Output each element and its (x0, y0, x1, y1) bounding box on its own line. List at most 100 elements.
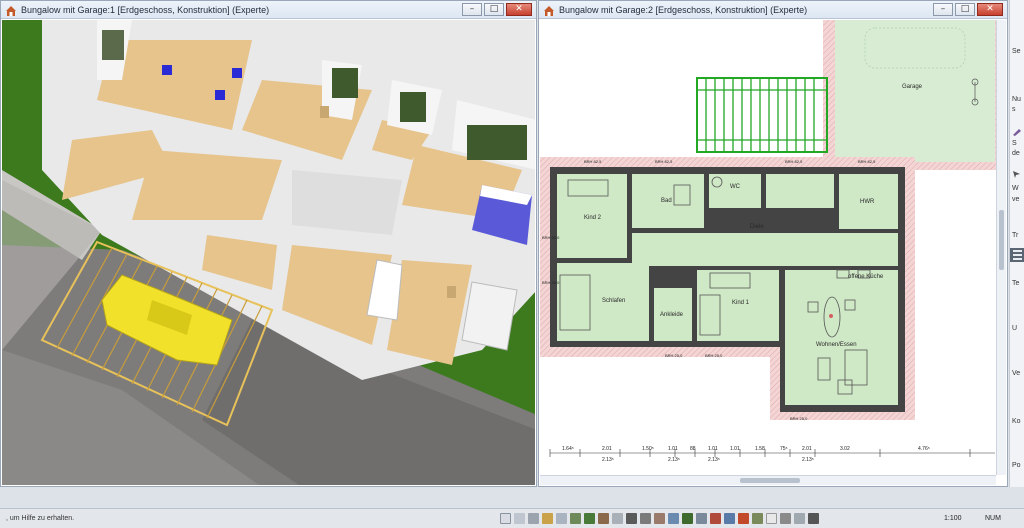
window-controls: – □ ✕ (462, 3, 532, 16)
window-controls: – □ ✕ (933, 3, 1003, 16)
status-help-text: , um Hilfe zu erhalten. (6, 515, 75, 522)
brh-label: BRH 25,0 (705, 353, 723, 358)
plan-viewport[interactable]: Garage Kind 2 Bad WC HWR Diele Schlafen … (540, 20, 1006, 485)
side-item[interactable]: Se (1012, 48, 1024, 55)
room-label-kind1: Kind 1 (732, 300, 750, 306)
select-icon[interactable] (500, 513, 511, 524)
dimension-label: 4.76⁵ (918, 446, 930, 452)
dimension-label: 3.02 (840, 446, 850, 452)
3d-viewport[interactable] (2, 20, 535, 485)
titlebar-left[interactable]: Bungalow mit Garage:1 [Erdgeschoss, Kons… (1, 1, 536, 19)
window-title: Bungalow mit Garage:1 [Erdgeschoss, Kons… (21, 4, 270, 15)
dimension-label: 2.01 (802, 446, 812, 452)
stair-icon[interactable] (612, 513, 623, 524)
window-title: Bungalow mit Garage:2 [Erdgeschoss, Kons… (559, 4, 808, 15)
side-item[interactable]: s (1012, 106, 1024, 113)
room-label-diele: Diele (750, 224, 764, 230)
room-label-kind2: Kind 2 (584, 215, 602, 221)
side-item[interactable]: W (1012, 185, 1024, 192)
vertical-scrollbar[interactable] (996, 20, 1006, 475)
window-3d-view[interactable]: Bungalow mit Garage:1 [Erdgeschoss, Kons… (0, 0, 537, 487)
house-app-icon (543, 4, 555, 16)
scroll-thumb[interactable] (999, 210, 1004, 270)
camera-icon[interactable] (808, 513, 819, 524)
minimize-button[interactable]: – (462, 3, 482, 16)
maximize-button[interactable]: □ (484, 3, 504, 16)
dimension-label: 1.64⁵ (562, 446, 574, 452)
panel-grip-handle[interactable] (1010, 248, 1024, 262)
dimension-label: 2.13⁵ (708, 457, 720, 463)
grid-icon[interactable] (528, 513, 539, 524)
lamp-icon[interactable] (696, 513, 707, 524)
furniture-icon[interactable] (654, 513, 665, 524)
pen-icon[interactable] (1012, 128, 1022, 136)
section-icon[interactable] (794, 513, 805, 524)
texture-icon[interactable] (738, 513, 749, 524)
measure-icon[interactable] (780, 513, 791, 524)
dimension-label: 75⁵ (780, 446, 788, 452)
terrain-icon[interactable] (570, 513, 581, 524)
side-item[interactable]: S (1012, 140, 1024, 147)
person-icon[interactable] (752, 513, 763, 524)
side-item[interactable]: Te (1012, 280, 1024, 287)
side-item[interactable]: Nu (1012, 96, 1024, 103)
close-button[interactable]: ✕ (506, 3, 532, 16)
plant-icon[interactable] (584, 513, 595, 524)
dimension-label: 88 (690, 446, 696, 452)
side-tool-panel: Se Nu s S de W ve Tr Te U Ve Ko Po (1009, 0, 1024, 487)
dimension-label: 1.58 (755, 446, 765, 452)
horizontal-scrollbar[interactable] (540, 475, 996, 485)
room-label-ankleide: Ankleide (660, 312, 684, 318)
floor-plan-drawing (540, 20, 998, 457)
room-label-bad: Bad (661, 198, 672, 204)
layer-icon[interactable] (556, 513, 567, 524)
side-item[interactable]: U (1012, 325, 1024, 332)
dimension-label: 1.01 (708, 446, 718, 452)
titlebar-right[interactable]: Bungalow mit Garage:2 [Erdgeschoss, Kons… (539, 1, 1007, 19)
heart-icon[interactable] (710, 513, 721, 524)
close-button[interactable]: ✕ (977, 3, 1003, 16)
room-label-garage: Garage (902, 84, 923, 90)
cursor-icon[interactable] (1012, 170, 1022, 178)
brh-label: BRH 25,0 (790, 416, 808, 421)
minimize-button[interactable]: – (933, 3, 953, 16)
maximize-button[interactable]: □ (955, 3, 975, 16)
window-plan-view[interactable]: Bungalow mit Garage:2 [Erdgeschoss, Kons… (538, 0, 1008, 487)
side-item[interactable]: de (1012, 150, 1024, 157)
dimension-label: 1.50⁵ (642, 446, 654, 452)
car-icon[interactable] (724, 513, 735, 524)
status-toolbar (500, 513, 819, 526)
brh-label: BRH 25,0 (542, 280, 560, 285)
scale-readout: 1:100 (944, 515, 962, 522)
brh-label: BRH 82,5 (655, 159, 673, 164)
snap-icon[interactable] (514, 513, 525, 524)
room-label-kueche: offene Küche (848, 274, 884, 280)
footprint-icon[interactable] (626, 513, 637, 524)
dimension-label: 2.13⁵ (602, 457, 614, 463)
figure-icon[interactable] (640, 513, 651, 524)
chair-icon[interactable] (668, 513, 679, 524)
dimension-label: 2.01 (602, 446, 612, 452)
3d-scene (2, 20, 535, 485)
dimension-label: 2.13⁵ (668, 457, 680, 463)
pencil-icon[interactable] (542, 513, 553, 524)
status-bar: , um Hilfe zu erhalten. 1:100 NUM (0, 508, 1024, 528)
brh-label: BRH 82,5 (785, 159, 803, 164)
tree-icon[interactable] (682, 513, 693, 524)
desktop-strip (0, 487, 1024, 508)
app-window: Bungalow mit Garage:1 [Erdgeschoss, Kons… (0, 0, 1024, 528)
side-item[interactable]: ve (1012, 196, 1024, 203)
dimension-label: 1.01 (730, 446, 740, 452)
brh-label: BRH 82,5 (858, 159, 876, 164)
side-item[interactable]: Po (1012, 462, 1024, 469)
dimension-label: 2.13⁵ (802, 457, 814, 463)
brh-label: BRH 82,5 (584, 159, 602, 164)
scroll-thumb[interactable] (740, 478, 800, 483)
wall-icon[interactable] (598, 513, 609, 524)
room-label-wc: WC (730, 184, 740, 190)
side-item[interactable]: Ko (1012, 418, 1024, 425)
side-item[interactable]: Tr (1012, 232, 1024, 239)
text-icon[interactable] (766, 513, 777, 524)
side-item[interactable]: Ve (1012, 370, 1024, 377)
brh-label: BRH 25,0 (542, 235, 560, 240)
